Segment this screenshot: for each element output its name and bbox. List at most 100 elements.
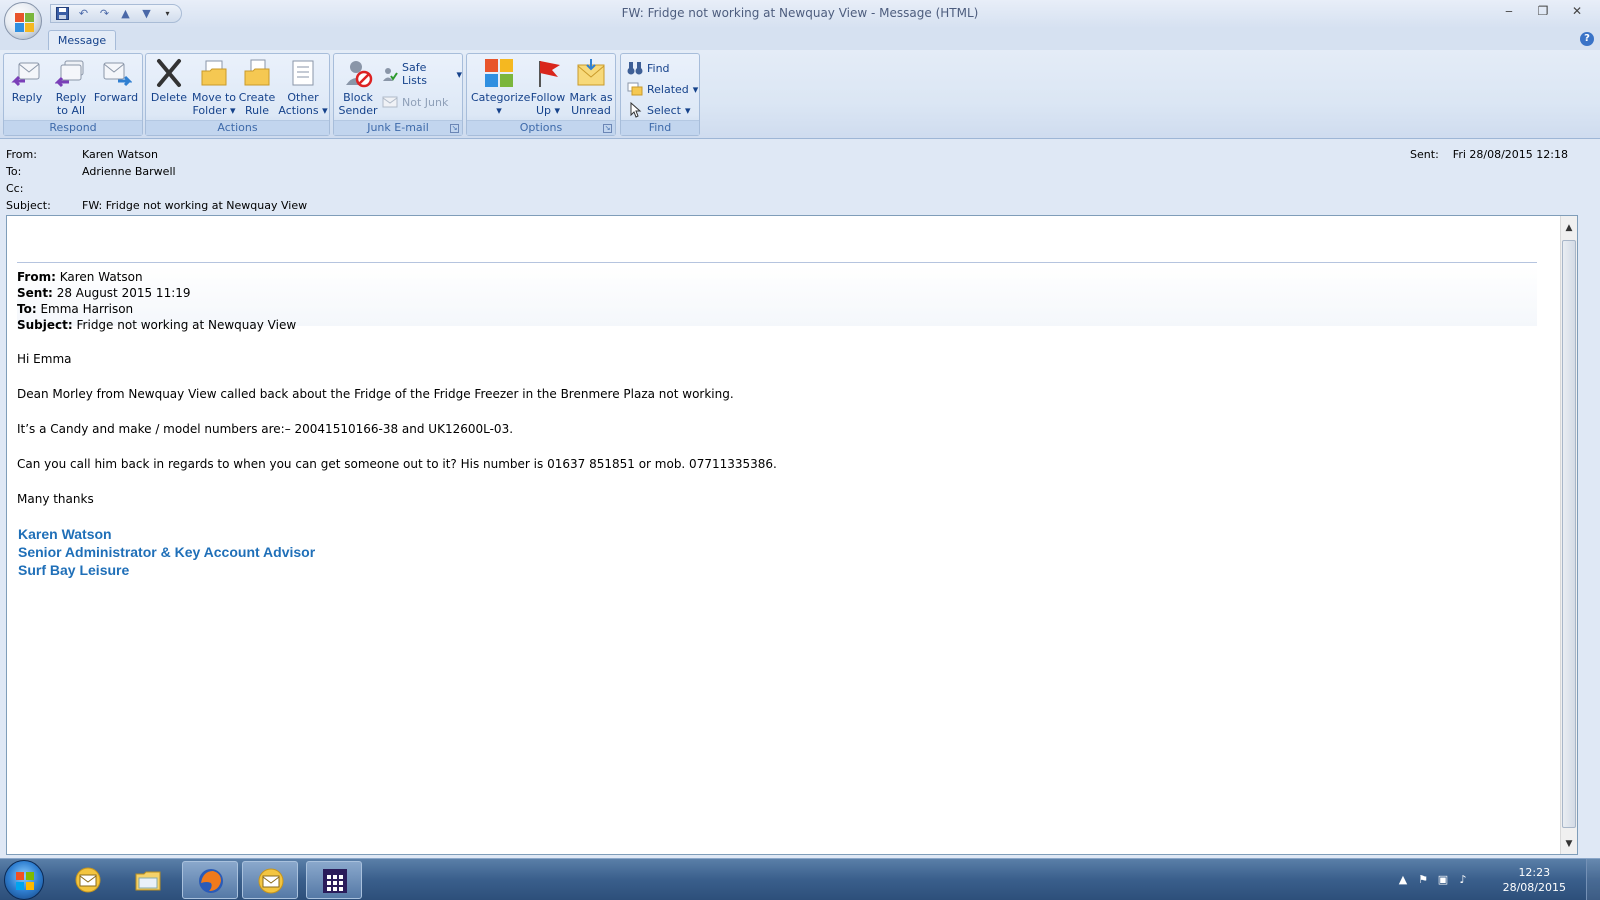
folder-icon bbox=[135, 871, 161, 891]
move-to-folder-button[interactable]: Move to Folder ▾ bbox=[191, 57, 237, 119]
message-options-launcher[interactable]: ↘ bbox=[603, 124, 612, 133]
sent-row: Sent: Fri 28/08/2015 12:18 bbox=[1410, 148, 1568, 161]
message-body[interactable]: From: Karen Watson Sent: 28 August 2015 … bbox=[6, 215, 1578, 855]
system-tray: ▲ ⚑ ▣ ♪ 12:23 28/08/2015 bbox=[1390, 859, 1600, 900]
sent-value: Fri 28/08/2015 12:18 bbox=[1452, 148, 1568, 161]
volume-icon[interactable]: ♪ bbox=[1456, 873, 1470, 887]
mark-as-unread-button[interactable]: Mark as Unread bbox=[569, 57, 613, 119]
cc-row: Cc: bbox=[6, 182, 82, 195]
from-value[interactable]: Karen Watson bbox=[82, 148, 158, 161]
taskbar-outlook[interactable] bbox=[242, 861, 298, 899]
forwarded-header-block bbox=[17, 266, 1537, 326]
junk-email-group-label: Junk E-mail bbox=[334, 120, 462, 135]
signature-company: Surf Bay Leisure bbox=[18, 562, 130, 578]
options-group: Categorize ▾ Follow Up ▾ Mark as Unread … bbox=[466, 53, 616, 136]
help-icon[interactable]: ? bbox=[1580, 32, 1594, 46]
reply-all-icon bbox=[54, 57, 87, 89]
outlook-icon bbox=[258, 868, 284, 894]
show-hidden-icons-icon[interactable]: ▲ bbox=[1396, 873, 1410, 887]
subject-row: Subject: FW: Fridge not working at Newqua… bbox=[6, 199, 307, 212]
signature-name: Karen Watson bbox=[18, 526, 112, 542]
office-button[interactable] bbox=[4, 2, 42, 40]
reply-button[interactable]: Reply bbox=[8, 57, 46, 119]
block-sender-button[interactable]: Block Sender bbox=[338, 57, 378, 119]
vertical-scrollbar[interactable]: ▲ ▼ bbox=[1560, 216, 1577, 854]
start-button[interactable] bbox=[4, 860, 44, 900]
fwd-from-value: Karen Watson bbox=[59, 270, 143, 284]
safe-lists-button[interactable]: Safe Lists ▾ bbox=[382, 61, 462, 87]
fwd-sent-value: 28 August 2015 11:19 bbox=[56, 286, 191, 300]
find-button[interactable]: Find bbox=[627, 58, 670, 78]
greeting: Hi Emma bbox=[17, 352, 72, 366]
delete-icon bbox=[153, 57, 185, 89]
to-label: To: bbox=[6, 165, 22, 178]
reply-icon bbox=[11, 57, 43, 89]
scroll-down-arrow-icon[interactable]: ▼ bbox=[1561, 836, 1577, 852]
fwd-from-line: From: Karen Watson bbox=[17, 270, 143, 284]
actions-group-label: Actions bbox=[146, 120, 329, 135]
fwd-from-label: From: bbox=[17, 270, 56, 284]
cursor-icon bbox=[627, 101, 643, 118]
safe-lists-icon bbox=[382, 66, 398, 82]
fwd-sent-line: Sent: 28 August 2015 11:19 bbox=[17, 286, 191, 300]
reply-all-button[interactable]: Reply to All bbox=[51, 57, 91, 119]
find-group: Find Related ▾ Select ▾ Find bbox=[620, 53, 700, 136]
move-to-folder-icon bbox=[198, 57, 230, 89]
subject-label: Subject: bbox=[6, 199, 51, 212]
respond-group: Reply Reply to All Forward Respond bbox=[3, 53, 143, 136]
network-icon[interactable]: ▣ bbox=[1436, 873, 1450, 887]
title-bar: ↶ ↷ ▲ ▼ ▾ FW: Fridge not working at Newq… bbox=[0, 0, 1600, 28]
taskbar: ▲ ⚑ ▣ ♪ 12:23 28/08/2015 bbox=[0, 858, 1600, 900]
related-messages-icon bbox=[627, 81, 643, 97]
forward-icon bbox=[100, 57, 133, 89]
junk-email-options-launcher[interactable]: ↘ bbox=[450, 124, 459, 133]
respond-group-label: Respond bbox=[4, 120, 142, 135]
action-center-flag-icon[interactable]: ⚑ bbox=[1416, 873, 1430, 887]
clock[interactable]: 12:23 28/08/2015 bbox=[1503, 865, 1566, 895]
forward-button[interactable]: Forward bbox=[92, 57, 140, 119]
to-value[interactable]: Adrienne Barwell bbox=[82, 165, 176, 178]
follow-up-button[interactable]: Follow Up ▾ bbox=[529, 57, 567, 119]
body-paragraph-2: It’s a Candy and make / model numbers ar… bbox=[17, 422, 514, 436]
select-button[interactable]: Select ▾ bbox=[627, 100, 690, 120]
taskbar-outlook-pinned[interactable] bbox=[60, 861, 116, 899]
firefox-icon bbox=[199, 869, 223, 893]
close-button[interactable]: ✕ bbox=[1562, 2, 1592, 22]
other-actions-icon bbox=[287, 57, 319, 89]
maximize-button[interactable]: ❐ bbox=[1528, 2, 1558, 22]
cc-label: Cc: bbox=[6, 182, 24, 195]
categorize-button[interactable]: Categorize ▾ bbox=[471, 57, 530, 119]
taskbar-firefox[interactable] bbox=[182, 861, 238, 899]
scroll-up-arrow-icon[interactable]: ▲ bbox=[1561, 220, 1577, 236]
categorize-icon bbox=[483, 57, 515, 89]
delete-button[interactable]: Delete bbox=[150, 57, 188, 119]
outlook-icon bbox=[75, 867, 101, 893]
mark-as-unread-icon bbox=[575, 57, 607, 89]
other-actions-button[interactable]: Other Actions ▾ bbox=[278, 57, 328, 119]
closing: Many thanks bbox=[17, 492, 94, 506]
fwd-subject-line: Subject: Fridge not working at Newquay V… bbox=[17, 318, 296, 332]
grid-app-icon bbox=[323, 869, 347, 893]
subject-value: FW: Fridge not working at Newquay View bbox=[82, 199, 308, 212]
window-title: FW: Fridge not working at Newquay View -… bbox=[621, 6, 979, 20]
not-junk-button[interactable]: Not Junk bbox=[382, 92, 448, 112]
from-row: From: Karen Watson bbox=[6, 148, 158, 161]
taskbar-app[interactable] bbox=[306, 861, 362, 899]
clock-date: 28/08/2015 bbox=[1502, 881, 1566, 894]
from-label: From: bbox=[6, 148, 37, 161]
show-desktop-button[interactable] bbox=[1586, 859, 1600, 900]
tab-message[interactable]: Message bbox=[48, 30, 116, 51]
windows-logo-icon bbox=[16, 872, 34, 890]
related-button[interactable]: Related ▾ bbox=[627, 79, 698, 99]
taskbar-explorer[interactable] bbox=[120, 861, 176, 899]
scrollbar-thumb[interactable] bbox=[1562, 240, 1576, 828]
message-header: From: Karen Watson To: Adrienne Barwell Cc… bbox=[0, 140, 1600, 215]
fwd-subject-value: Fridge not working at Newquay View bbox=[76, 318, 297, 332]
fwd-to-label: To: bbox=[17, 302, 37, 316]
fwd-sent-label: Sent: bbox=[17, 286, 53, 300]
window-controls: ‒ ❐ ✕ bbox=[1494, 2, 1592, 22]
create-rule-button[interactable]: Create Rule bbox=[238, 57, 276, 119]
signature-title: Senior Administrator & Key Account Advis… bbox=[18, 544, 316, 560]
minimize-button[interactable]: ‒ bbox=[1494, 2, 1524, 22]
junk-email-group: Block Sender Safe Lists ▾ Not Junk Junk E… bbox=[333, 53, 463, 136]
